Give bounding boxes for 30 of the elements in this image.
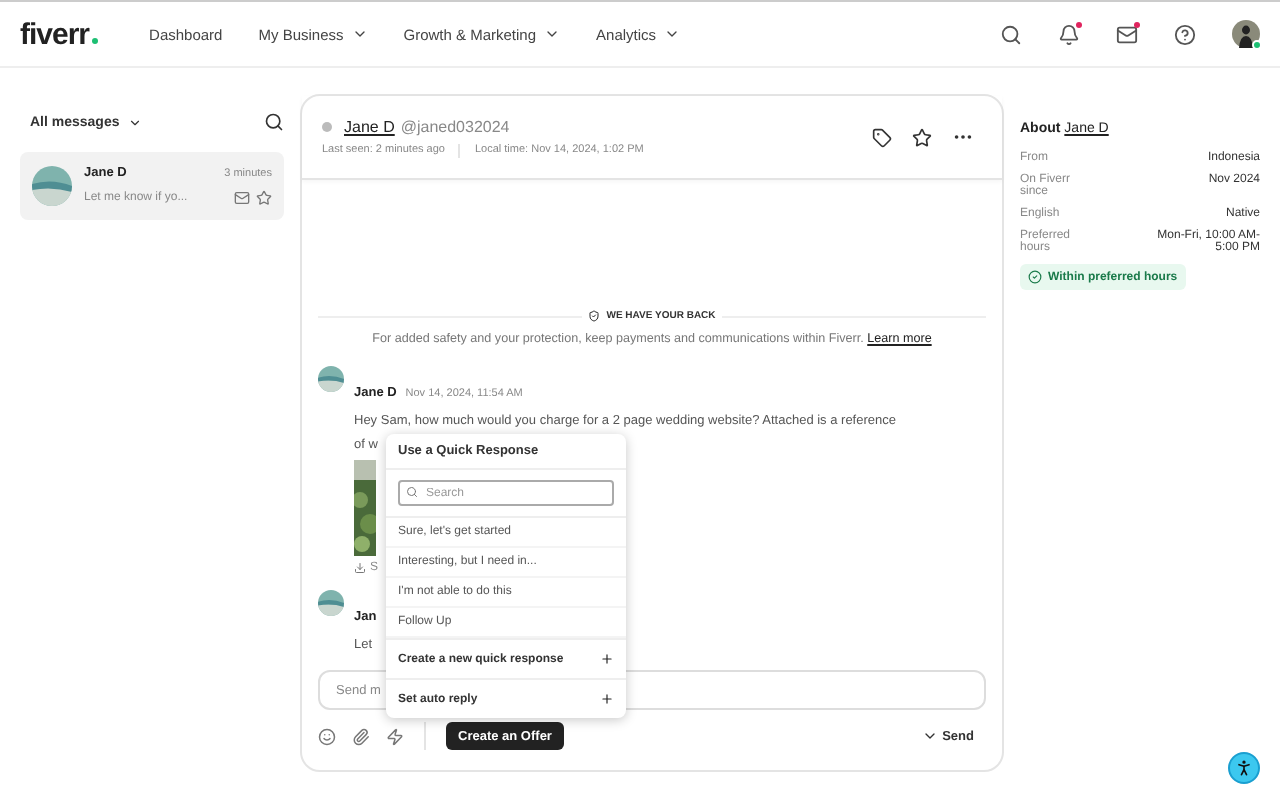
plus-icon[interactable] [600,692,614,706]
chevron-down-icon[interactable] [127,115,142,129]
shield-icon [588,310,601,322]
plus-icon[interactable] [600,652,614,666]
chevron-down-icon[interactable] [351,26,368,42]
help-icon[interactable] [1174,23,1196,45]
tag-icon[interactable] [872,127,892,147]
logo: fiverr [20,17,98,51]
lightning-icon[interactable] [386,727,404,745]
emoji-icon[interactable] [318,727,336,745]
mail-icon[interactable] [234,190,250,206]
paperclip-icon[interactable] [352,727,370,745]
chevron-down-icon[interactable] [922,728,939,744]
chevron-down-icon[interactable] [664,26,681,42]
contact-handle: @janed032024 [400,117,510,135]
bell-icon[interactable] [1058,23,1080,45]
contact-name-link[interactable]: Jane D [344,117,395,135]
accessibility-button[interactable] [1228,752,1260,784]
chevron-down-icon[interactable] [544,26,561,42]
person-icon [1234,758,1254,778]
star-icon[interactable] [912,127,932,147]
user-avatar[interactable] [1232,20,1260,48]
avatar [318,590,344,616]
mail-icon[interactable] [1116,23,1138,45]
search-icon[interactable] [264,112,284,132]
download-icon[interactable] [354,562,366,574]
search-icon[interactable] [1000,23,1022,45]
avatar [318,366,344,392]
star-icon[interactable] [256,190,272,206]
avatar [32,166,72,206]
